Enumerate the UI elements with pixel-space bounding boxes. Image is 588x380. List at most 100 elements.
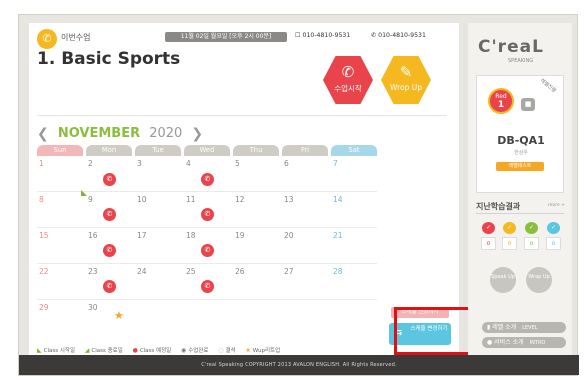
result-check-icon: ✓: [503, 222, 516, 234]
phone-number-2: ✆ 010-4810-9531: [371, 32, 426, 39]
class-scheduled-icon[interactable]: ✆: [103, 280, 116, 293]
class-scheduled-icon[interactable]: ✆: [103, 173, 116, 186]
result-check-icon: ✓: [547, 222, 560, 234]
calendar-day[interactable]: 12: [235, 195, 245, 204]
calendar-day[interactable]: 18: [186, 231, 196, 240]
current-class-label: 이번수업: [61, 33, 91, 42]
calendar-day[interactable]: 11: [186, 195, 196, 204]
calendar-day[interactable]: 24: [137, 267, 147, 276]
weekday-thu: Thu: [233, 145, 279, 156]
calendar-day[interactable]: 20: [284, 231, 294, 240]
result-check-icon: ✓: [482, 222, 495, 234]
calendar-week: 1 2 3 4 5 6 7 ✆ ✆: [37, 157, 377, 192]
class-scheduled-icon[interactable]: ✆: [201, 244, 214, 257]
next-month-button[interactable]: ❯: [191, 126, 203, 142]
phone-icon: ✆: [37, 29, 57, 49]
result-box: o: [502, 237, 517, 250]
wrap-up-face-icon[interactable]: Wrap Up: [526, 267, 552, 293]
start-class-button[interactable]: ✆ 수업시작: [323, 56, 373, 104]
calendar-day[interactable]: 8: [39, 195, 44, 204]
brand-logo: C'reaL: [478, 37, 544, 57]
class-start-icon: ◣: [37, 347, 42, 354]
month-navigator: ❮ NOVEMBER 2020 ❯: [37, 123, 237, 143]
level-intro-label: 레벨 소개: [492, 324, 517, 331]
weekday-sat: Sat: [331, 145, 377, 156]
divider: [476, 213, 564, 214]
class-scheduled-icon[interactable]: ✆: [201, 208, 214, 221]
prev-month-button[interactable]: ❮: [37, 126, 49, 142]
level-intro-button[interactable]: ▮ 레벨 소개 LEVEL: [482, 322, 566, 333]
calendar-day[interactable]: 7: [333, 159, 338, 168]
speak-up-face-icon[interactable]: Speak Up: [490, 267, 516, 293]
class-scheduled-icon[interactable]: ✆: [103, 244, 116, 257]
course-code: DB-QA1: [497, 134, 545, 147]
phone-icon: ✆: [341, 63, 355, 81]
weekday-sun: Sun: [37, 145, 83, 156]
calendar-day[interactable]: 16: [88, 231, 98, 240]
results-title: 지난학습결과: [476, 202, 521, 211]
service-intro-button[interactable]: ● 서비스 소개 INTRO: [482, 337, 566, 348]
lock-icon: ■: [521, 98, 535, 111]
legend-item: ◢ Class 종료일: [84, 347, 123, 354]
result-box: o: [546, 237, 561, 250]
calendar-day[interactable]: 30: [88, 303, 98, 312]
pencil-icon: ✎: [399, 63, 413, 81]
legend-item: ◌ 결석: [218, 347, 236, 354]
weekday-tue: Tue: [135, 145, 181, 156]
calendar-day[interactable]: 28: [333, 267, 343, 276]
calendar-week: 29 30 ★: [37, 301, 377, 336]
class-scheduled-icon[interactable]: ✆: [201, 173, 214, 186]
calendar-day[interactable]: 3: [137, 159, 142, 168]
weekday-wed: Wed: [184, 145, 230, 156]
calendar-day[interactable]: 13: [284, 195, 294, 204]
calendar-day[interactable]: 4: [186, 159, 191, 168]
calendar-week: 15 16 17 18 19 20 21 ✆ ✆: [37, 229, 377, 264]
footer-copyright: C'real Speaking COPYRIGHT 2013 AVALON EN…: [19, 355, 579, 375]
calendar-day[interactable]: 5: [235, 159, 240, 168]
calendar-day[interactable]: 10: [137, 195, 147, 204]
course-teacher: 한상우: [514, 150, 528, 156]
class-end-icon: ◢: [84, 347, 90, 354]
calendar-day[interactable]: 9: [88, 195, 93, 204]
calendar-day[interactable]: 27: [284, 267, 294, 276]
wrap-up-star-icon[interactable]: ★: [114, 309, 124, 322]
calendar-day[interactable]: 1: [39, 159, 44, 168]
legend-label: Class 예정일: [139, 348, 172, 354]
calendar-day[interactable]: 25: [186, 267, 196, 276]
result-box: o: [524, 237, 539, 250]
sidebar: C'reaL SPEAKING 레벨진행 Red 1 ■ DB-QA1 한상우 …: [468, 23, 572, 355]
service-intro-label: 서비스 소개: [494, 339, 524, 346]
calendar-week: 8 9 10 11 12 13 14 ✆ ✆: [37, 190, 377, 228]
calendar-day[interactable]: 2: [88, 159, 93, 168]
class-scheduled-icon[interactable]: ✆: [103, 208, 116, 221]
service-intro-en: INTRO: [529, 340, 546, 346]
calendar-day[interactable]: 26: [235, 267, 245, 276]
year-label: 2020: [149, 126, 183, 141]
calendar-day[interactable]: 17: [137, 231, 147, 240]
completed-icon: ◉: [180, 347, 187, 354]
class-start-marker-icon: [81, 190, 87, 196]
calendar-day[interactable]: 29: [39, 303, 49, 312]
legend-item: ◣ Class 시작일: [37, 347, 75, 354]
results-more-link[interactable]: more +: [548, 203, 565, 208]
wrap-up-button[interactable]: ✎ Wrop Up: [381, 56, 431, 104]
start-class-label: 수업시작: [334, 84, 362, 93]
calendar-day[interactable]: 14: [333, 195, 343, 204]
class-scheduled-icon[interactable]: ✆: [201, 280, 214, 293]
divider: [37, 115, 447, 116]
calendar-day[interactable]: 19: [235, 231, 245, 240]
absent-icon: ◌: [218, 347, 224, 354]
legend-item: ● Class 예정일: [133, 347, 172, 354]
calendar-day[interactable]: 6: [284, 159, 289, 168]
app-frame: ✆ 이번수업 11월 02일 월요일 [오후 2시 00분] ☐ 010-481…: [18, 14, 579, 376]
phone-number-1: ☐ 010-4810-9531: [295, 32, 350, 39]
level-card: 레벨진행 Red 1 ■ DB-QA1 한상우 레벨테스트: [476, 75, 564, 193]
level-test-button[interactable]: 레벨테스트: [496, 162, 544, 171]
legend-label: Wup리트업: [252, 348, 281, 354]
legend-label: 결석: [225, 348, 236, 354]
calendar-day[interactable]: 15: [39, 231, 49, 240]
calendar-day[interactable]: 23: [88, 267, 98, 276]
calendar-day[interactable]: 21: [333, 231, 343, 240]
calendar-day[interactable]: 22: [39, 267, 49, 276]
level-ribbon: 레벨진행: [538, 77, 557, 95]
